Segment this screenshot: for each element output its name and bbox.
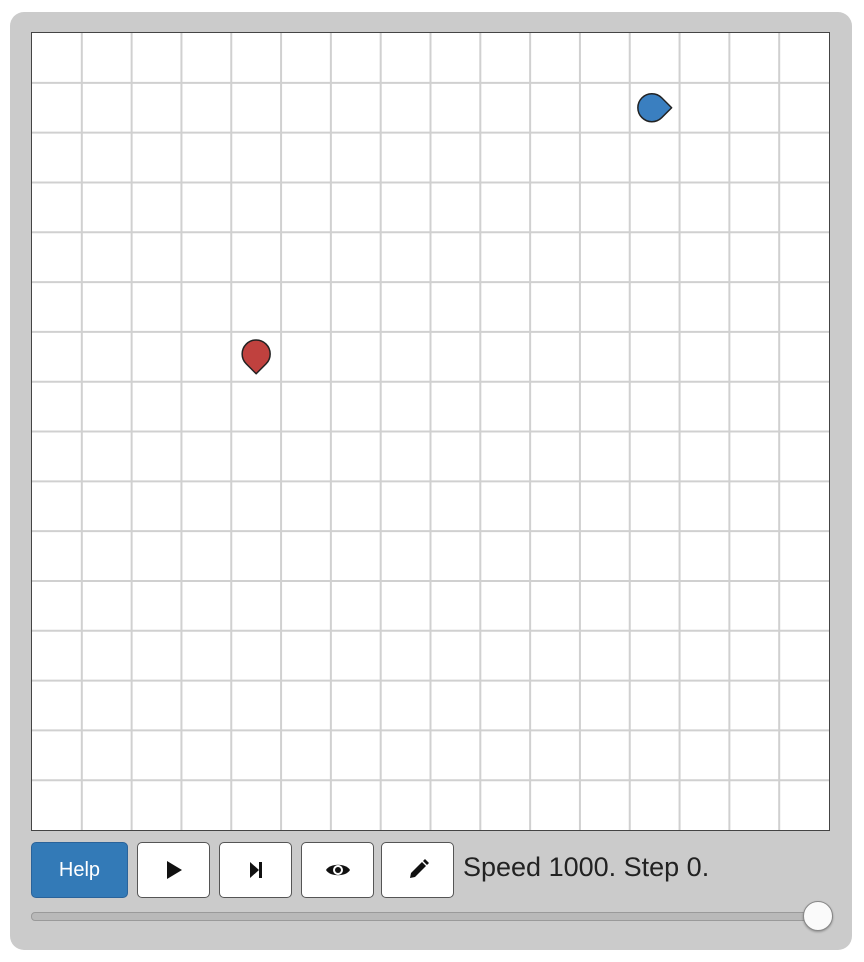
play-icon (166, 861, 182, 879)
red-agent-marker (241, 339, 271, 375)
play-button[interactable] (137, 842, 210, 898)
board-canvas[interactable] (32, 33, 829, 830)
speed-slider[interactable] (31, 901, 833, 931)
edit-button[interactable] (381, 842, 454, 898)
red-agent[interactable] (241, 339, 271, 375)
view-button[interactable] (301, 842, 374, 898)
step-button[interactable] (219, 842, 292, 898)
speed-slider-thumb[interactable] (803, 901, 833, 931)
blue-agent-marker (637, 93, 673, 123)
status-text: Speed 1000. Step 0. (463, 852, 710, 882)
step-forward-icon (249, 862, 262, 878)
eye-icon (325, 864, 350, 876)
pencil-icon (409, 859, 429, 878)
blue-agent[interactable] (637, 93, 673, 123)
help-button-label: Help (58, 858, 101, 881)
help-button[interactable]: Help (31, 842, 128, 898)
speed-slider-track (31, 912, 833, 921)
game-board[interactable] (31, 32, 830, 831)
